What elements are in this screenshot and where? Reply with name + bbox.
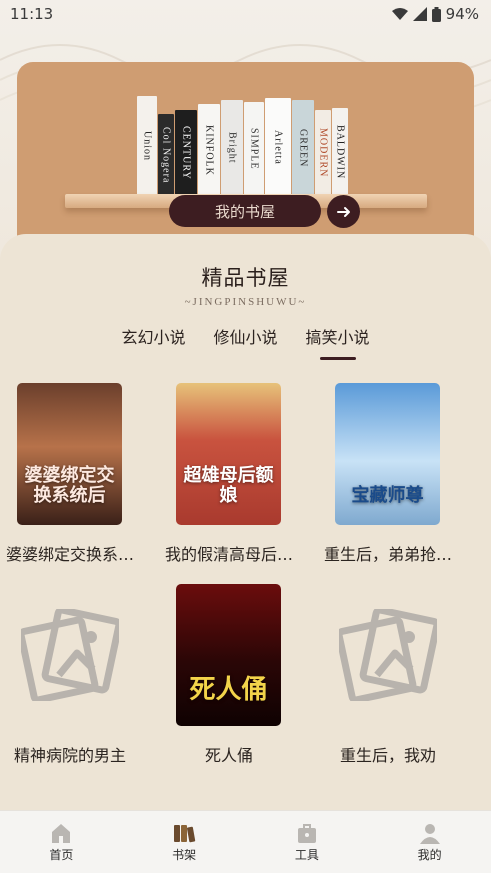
book-title[interactable]: 死人俑: [159, 742, 299, 766]
bookshelf-banner: Union Col Nogera CENTURY KINFOLK Bright SIMPL…: [17, 62, 474, 262]
nav-bookshelf[interactable]: 书架: [144, 822, 224, 863]
nav-bookshelf-label: 书架: [172, 847, 197, 862]
image-placeholder-icon: [335, 584, 440, 726]
book-cover[interactable]: 婆婆绑定交换系统后: [17, 383, 122, 525]
banner-book: Col Nogera: [158, 114, 174, 196]
banner-books: Union Col Nogera CENTURY KINFOLK Bright SIMPL…: [137, 96, 348, 196]
signal-icon: [412, 7, 427, 21]
my-bookhouse-button[interactable]: 我的书屋: [169, 195, 321, 227]
bookshelf-icon: [174, 824, 196, 842]
home-icon: [52, 823, 71, 843]
book-cover[interactable]: 超雄母后额娘: [176, 383, 281, 525]
banner-book: GREEN: [292, 100, 314, 196]
battery-icon: [431, 6, 441, 22]
section-title: 精品书屋: [201, 266, 290, 290]
book-title[interactable]: 婆婆绑定交换系…: [0, 541, 140, 565]
category-tabs: 玄幻小说 修仙小说 搞笑小说: [0, 324, 491, 360]
tab-gaoxiao[interactable]: 搞笑小说: [306, 324, 370, 360]
image-placeholder-icon: [17, 584, 122, 726]
arrow-right-button[interactable]: [327, 195, 360, 228]
bottom-nav: 首页 书架 工具 我的: [0, 810, 491, 873]
book-title[interactable]: 重生后，弟弟抢…: [318, 541, 458, 565]
banner-book: Union: [137, 96, 157, 196]
wifi-icon: [391, 8, 408, 20]
book-cover[interactable]: 死人俑: [176, 584, 281, 726]
battery-level: 94%: [445, 5, 479, 23]
nav-profile-label: 我的: [417, 847, 442, 862]
cover-title: 宝藏师尊: [351, 485, 424, 507]
book-title[interactable]: 我的假清高母后…: [159, 541, 299, 565]
banner-book: CENTURY: [175, 110, 197, 196]
book-cover[interactable]: 宝藏师尊: [335, 383, 440, 525]
profile-icon: [419, 823, 440, 844]
arrow-right-icon: [336, 206, 350, 217]
nav-tools-label: 工具: [294, 847, 319, 862]
cover-title: 死人俑: [189, 675, 268, 706]
cover-title: 超雄母后额娘: [183, 464, 274, 507]
status-time: 11:13: [10, 5, 54, 23]
nav-profile[interactable]: 我的: [390, 822, 470, 863]
banner-book: Bright: [221, 100, 243, 196]
book-title[interactable]: 精神病院的男主: [0, 742, 140, 766]
banner-book: Arletta: [265, 98, 291, 196]
banner-book: KINFOLK: [198, 104, 220, 196]
banner-book: BALDWIN: [332, 108, 348, 196]
section-subtitle: ~JINGPINSHUWU~: [184, 296, 307, 308]
status-bar: 11:13 94%: [0, 0, 491, 28]
nav-home-label: 首页: [49, 847, 74, 862]
banner-book: SIMPLE: [244, 102, 264, 196]
tab-xuanhuan[interactable]: 玄幻小说: [121, 324, 185, 358]
nav-tools[interactable]: 工具: [267, 822, 347, 863]
tab-xiuxian[interactable]: 修仙小说: [213, 324, 277, 358]
nav-home[interactable]: 首页: [21, 822, 101, 863]
book-title[interactable]: 重生后，我劝: [318, 742, 458, 766]
banner-book: MODERN: [315, 110, 331, 196]
cover-title: 婆婆绑定交换系统后: [24, 464, 115, 507]
toolbox-icon: [297, 823, 316, 843]
